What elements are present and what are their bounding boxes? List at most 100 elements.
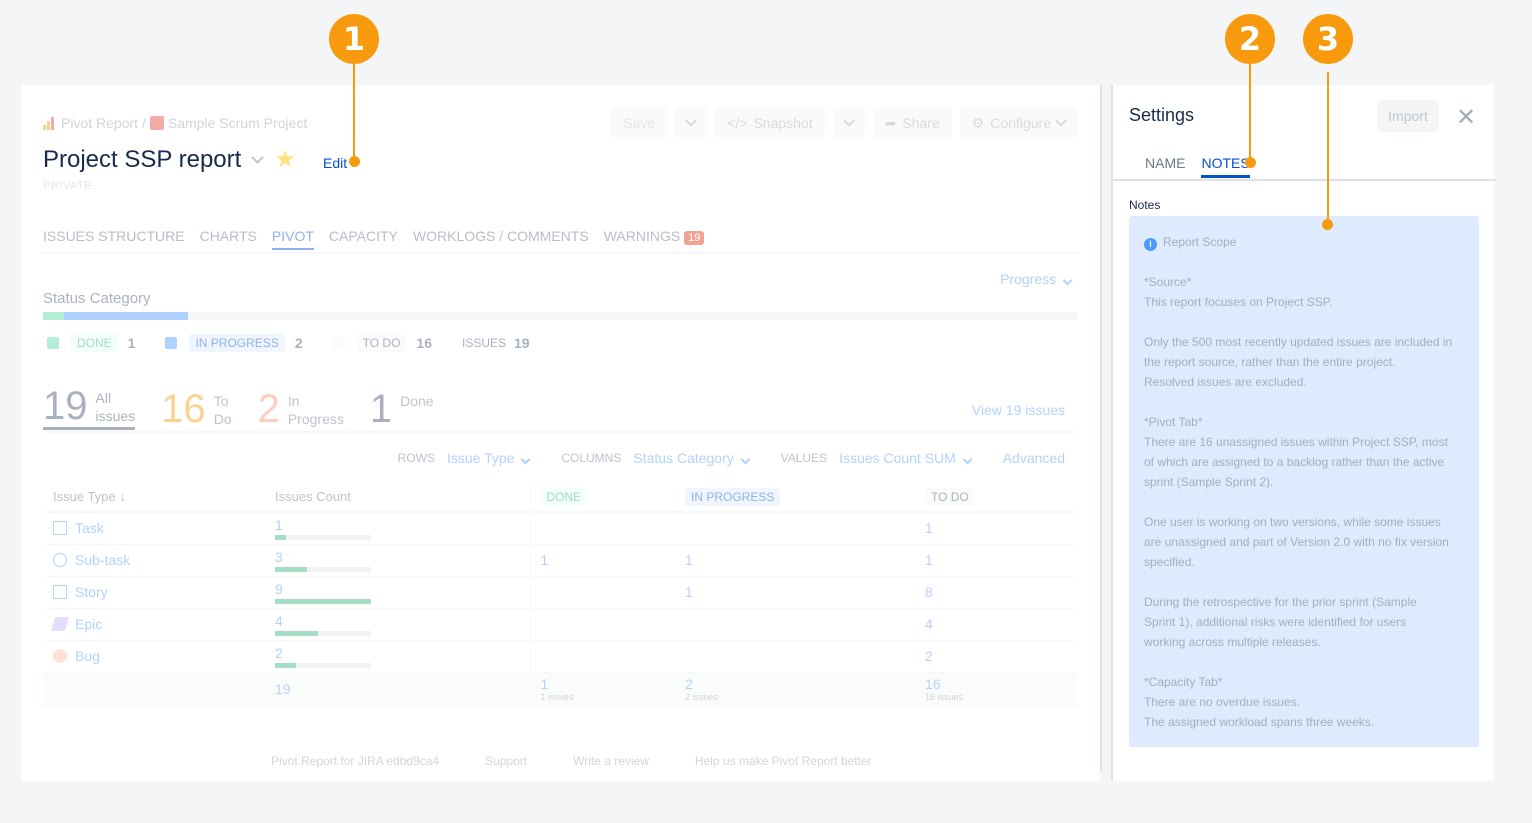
warnings-badge: 19: [684, 231, 705, 245]
footer-review-link[interactable]: Write a review: [573, 754, 649, 768]
configure-button[interactable]: ⚙ Configure: [959, 108, 1077, 138]
share-button[interactable]: ➦ Share: [872, 108, 952, 138]
summary-done-number: 1: [369, 387, 393, 431]
notes-line: the report source, rather than the entir…: [1144, 355, 1396, 369]
status-bar-in-progress: [64, 312, 188, 320]
col-issue-type[interactable]: Issue Type ↓: [43, 482, 265, 513]
total-blank: [43, 672, 265, 707]
favorite-star-icon[interactable]: ★: [274, 145, 296, 174]
summary-to-do[interactable]: 16 To Do: [161, 388, 231, 430]
cell-done[interactable]: 1: [529, 544, 675, 577]
cell-issue-type[interactable]: Task: [43, 512, 265, 545]
cell-issue-type[interactable]: Bug: [43, 640, 265, 673]
cell-done[interactable]: [529, 576, 675, 609]
total-done[interactable]: 11 issues: [529, 672, 675, 707]
notes-line: The assigned workload spans three weeks.: [1144, 715, 1375, 729]
tab-pivot[interactable]: PIVOT: [271, 228, 314, 250]
done-label: DONE: [71, 334, 118, 352]
tab-warnings[interactable]: WARNINGS 19: [604, 228, 705, 250]
epic-icon: [51, 617, 69, 631]
col-in-progress[interactable]: IN PROGRESS: [675, 482, 915, 513]
chevron-down-icon: [842, 115, 855, 127]
col-done[interactable]: DONE: [529, 482, 675, 513]
notes-line: There are no overdue issues.: [1144, 695, 1301, 709]
footer-support-link[interactable]: Support: [485, 754, 527, 768]
summary-inprog-number: 2: [257, 387, 280, 431]
snapshot-button[interactable]: </> Snapshot: [715, 108, 825, 138]
cell-in-progress[interactable]: [675, 640, 915, 673]
cell-to-do[interactable]: 1: [915, 544, 1077, 577]
cell-issues-count[interactable]: 1: [265, 512, 530, 545]
cell-issue-type[interactable]: Sub-task: [43, 544, 265, 577]
notes-editor[interactable]: i Report Scope *Source* This report focuse…: [1129, 216, 1479, 747]
cell-in-progress[interactable]: [675, 512, 915, 545]
total-to-do[interactable]: 16 16 issues: [915, 672, 1077, 707]
col-issue-type-label: Issue Type: [53, 489, 116, 504]
cell-issues-count[interactable]: 9: [265, 576, 530, 609]
summary-all-issues[interactable]: 19 All issues: [43, 385, 136, 430]
cell-issues-count[interactable]: 2: [265, 640, 530, 673]
summary-done-label: Done: [400, 393, 434, 409]
tab-charts[interactable]: CHARTS: [200, 228, 257, 250]
cell-to-do[interactable]: 1: [915, 512, 1077, 545]
issue-type-label: Task: [75, 520, 104, 537]
notes-heading: Report Scope: [1163, 235, 1237, 249]
cell-done[interactable]: [529, 608, 675, 641]
pivot-table: Issue Type ↓ Issues Count DONE IN PROGRE…: [43, 482, 1077, 707]
gear-icon: ⚙: [971, 114, 985, 131]
settings-tab-notes[interactable]: NOTES: [1201, 155, 1250, 178]
cell-issues-count[interactable]: 4: [265, 608, 530, 641]
total-in-progress[interactable]: 22 issues: [675, 672, 915, 707]
count-bar: [275, 662, 371, 668]
import-button[interactable]: Import: [1377, 100, 1439, 132]
col-to-do[interactable]: TO DO: [915, 482, 1077, 513]
values-dropdown[interactable]: Issues Count SUM: [839, 450, 973, 466]
notes-line: *Pivot Tab*: [1144, 415, 1203, 429]
pivot-body: Task 1 1 Sub-task 3 1 1 1 Story 9 1 8 Epic 4 4 Bug 2 2 19…: [43, 512, 1077, 707]
cell-in-progress[interactable]: 1: [675, 544, 915, 577]
cell-done[interactable]: [529, 512, 675, 545]
footer-feedback-link[interactable]: Help us make Pivot Report better: [695, 754, 872, 768]
cell-done[interactable]: [529, 640, 675, 673]
save-button[interactable]: Save: [611, 108, 668, 138]
notes-line: Sprint 1), additional risks were identif…: [1144, 615, 1407, 629]
panel-divider[interactable]: [1100, 85, 1110, 781]
cell-to-do[interactable]: 8: [915, 576, 1077, 609]
save-options-button[interactable]: [675, 108, 708, 138]
cell-to-do[interactable]: 4: [915, 608, 1077, 641]
summary-in-progress[interactable]: 2 In Progress: [258, 388, 344, 430]
cell-issue-type[interactable]: Epic: [43, 608, 265, 641]
title-dropdown-icon[interactable]: [251, 151, 265, 164]
columns-dropdown[interactable]: Status Category: [633, 450, 751, 466]
rows-value: Issue Type: [447, 450, 515, 466]
summary-done[interactable]: 1 Done: [370, 388, 434, 430]
settings-tab-name[interactable]: NAME: [1145, 155, 1185, 178]
summary-inprog-l1: In: [287, 393, 300, 409]
col-issues-count[interactable]: Issues Count: [265, 482, 530, 513]
tab-capacity[interactable]: CAPACITY: [329, 228, 398, 250]
snapshot-options-button[interactable]: [832, 108, 865, 138]
cell-issues-count[interactable]: 3: [265, 544, 530, 577]
close-icon[interactable]: ✕: [1456, 103, 1476, 131]
cell-to-do[interactable]: 2: [915, 640, 1077, 673]
progress-dropdown[interactable]: Progress: [1000, 271, 1073, 287]
cell-in-progress[interactable]: 1: [675, 576, 915, 609]
edit-link[interactable]: Edit: [323, 155, 347, 171]
cell-issue-type[interactable]: Story: [43, 576, 265, 609]
breadcrumb: Pivot Report / Sample Scrum Project: [43, 115, 307, 131]
rows-dropdown[interactable]: Issue Type: [447, 450, 531, 466]
breadcrumb-project[interactable]: Sample Scrum Project: [168, 115, 307, 131]
to-do-count: 16: [416, 335, 432, 351]
count-bar: [275, 534, 371, 540]
notes-line: *Capacity Tab*: [1144, 675, 1223, 689]
breadcrumb-app[interactable]: Pivot Report: [61, 115, 138, 131]
total-count[interactable]: 19: [265, 672, 530, 707]
callout-1-dot: [349, 156, 360, 167]
advanced-link[interactable]: Advanced: [1003, 450, 1065, 466]
summary-todo-l2: Do: [213, 411, 232, 427]
total-done-sub: 1 issues: [540, 692, 574, 702]
tab-issues-structure[interactable]: ISSUES STRUCTURE: [43, 228, 185, 250]
view-issues-link[interactable]: View 19 issues: [972, 402, 1065, 418]
tab-worklogs-comments[interactable]: WORKLOGS / COMMENTS: [413, 228, 589, 250]
cell-in-progress[interactable]: [675, 608, 915, 641]
